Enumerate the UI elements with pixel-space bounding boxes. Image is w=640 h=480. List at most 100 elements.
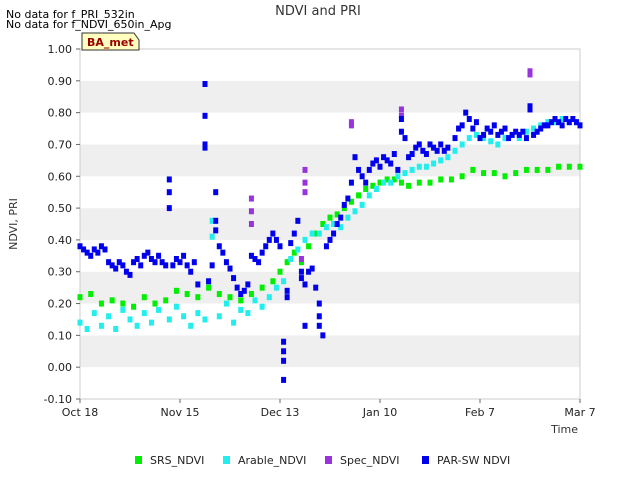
y-tick-label: 0.40: [48, 234, 73, 247]
grid-band: [80, 367, 580, 399]
point-srs-ndvi: [327, 214, 333, 221]
point-par-sw-ndvi: [88, 252, 94, 259]
point-par-sw-ndvi: [202, 144, 208, 151]
point-arable-ndvi: [323, 224, 329, 231]
point-arable-ndvi: [223, 300, 229, 307]
point-par-sw-ndvi: [170, 262, 176, 269]
point-par-sw-ndvi: [127, 271, 133, 278]
point-par-sw-ndvi: [416, 141, 422, 148]
point-par-sw-ndvi: [295, 217, 301, 224]
point-spec-ndvi: [398, 106, 404, 113]
point-par-sw-ndvi: [463, 109, 469, 116]
point-srs-ndvi: [98, 300, 104, 307]
point-par-sw-ndvi: [281, 338, 287, 345]
point-arable-ndvi: [466, 135, 472, 142]
y-tick-label: 0.30: [48, 266, 73, 279]
point-arable-ndvi: [295, 246, 301, 253]
point-srs-ndvi: [406, 182, 412, 189]
point-srs-ndvi: [566, 163, 572, 170]
point-par-sw-ndvi: [520, 128, 526, 135]
point-srs-ndvi: [556, 163, 562, 170]
point-par-sw-ndvi: [241, 287, 247, 294]
point-par-sw-ndvi: [316, 322, 322, 329]
y-tick-label: 0.10: [48, 329, 73, 342]
point-par-sw-ndvi: [113, 265, 119, 272]
point-arable-ndvi: [459, 141, 465, 148]
point-arable-ndvi: [288, 256, 294, 262]
point-arable-ndvi: [352, 208, 358, 215]
point-par-sw-ndvi: [206, 278, 212, 285]
point-par-sw-ndvi: [377, 163, 383, 170]
point-srs-ndvi: [398, 179, 404, 186]
point-arable-ndvi: [98, 322, 104, 329]
legend-label-spec-ndvi: Spec_NDVI: [340, 454, 400, 467]
point-par-sw-ndvi: [366, 166, 372, 173]
point-par-sw-ndvi: [120, 262, 126, 269]
point-spec-ndvi: [348, 122, 354, 129]
point-par-sw-ndvi: [166, 189, 172, 196]
point-srs-ndvi: [109, 297, 115, 304]
point-par-sw-ndvi: [352, 154, 358, 161]
point-arable-ndvi: [91, 310, 97, 317]
y-tick-label: 0.20: [48, 298, 73, 311]
grid-band: [80, 239, 580, 272]
point-par-sw-ndvi: [281, 357, 287, 364]
point-par-sw-ndvi: [273, 236, 279, 243]
point-par-sw-ndvi: [452, 135, 458, 142]
point-par-sw-ndvi: [156, 252, 162, 259]
legend-swatch-par-sw-ndvi: [422, 456, 429, 464]
point-par-sw-ndvi: [313, 284, 319, 291]
point-par-sw-ndvi: [202, 81, 208, 87]
point-par-sw-ndvi: [216, 243, 222, 250]
point-par-sw-ndvi: [502, 125, 508, 132]
point-arable-ndvi: [316, 230, 322, 237]
point-par-sw-ndvi: [266, 236, 272, 243]
point-srs-ndvi: [259, 284, 265, 291]
point-par-sw-ndvi: [270, 230, 276, 237]
y-tick-label: 0.50: [48, 202, 73, 215]
point-par-sw-ndvi: [316, 300, 322, 307]
point-par-sw-ndvi: [177, 259, 183, 266]
point-srs-ndvi: [152, 300, 158, 307]
point-par-sw-ndvi: [466, 116, 472, 122]
point-par-sw-ndvi: [302, 322, 308, 329]
point-par-sw-ndvi: [470, 125, 476, 132]
point-arable-ndvi: [238, 306, 244, 313]
point-spec-ndvi: [248, 221, 254, 227]
legend-label-par-sw-ndvi: PAR-SW NDVI: [437, 454, 510, 467]
point-par-sw-ndvi: [309, 265, 315, 272]
site-badge: BA_met: [81, 32, 140, 51]
y-tick-label: 0.70: [48, 138, 73, 151]
point-srs-ndvi: [206, 284, 212, 291]
point-par-sw-ndvi: [227, 265, 233, 272]
point-par-sw-ndvi: [298, 275, 304, 282]
point-arable-ndvi: [373, 186, 379, 192]
point-par-sw-ndvi: [234, 284, 240, 291]
point-arable-ndvi: [173, 303, 179, 310]
x-tick-label: Mar 7: [564, 406, 595, 419]
point-par-sw-ndvi: [284, 294, 290, 301]
y-axis-label: NDVI, PRI: [7, 198, 20, 250]
point-par-sw-ndvi: [259, 249, 265, 256]
point-par-sw-ndvi: [138, 262, 144, 269]
point-par-sw-ndvi: [356, 166, 362, 173]
point-srs-ndvi: [502, 173, 508, 180]
point-srs-ndvi: [306, 243, 312, 250]
point-srs-ndvi: [195, 294, 201, 301]
point-par-sw-ndvi: [438, 141, 444, 148]
legend-swatch-arable-ndvi: [223, 456, 230, 464]
grid-band: [80, 80, 580, 113]
x-tick-label: Oct 18: [62, 406, 99, 419]
point-srs-ndvi: [545, 166, 551, 173]
point-par-sw-ndvi: [363, 179, 369, 186]
point-par-sw-ndvi: [445, 144, 451, 151]
ndvi-pri-chart: -0.10 0.00 0.10 0.20 0.30 0.40 0.50 0.60 0.70 0.8…: [7, 4, 596, 467]
point-par-sw-ndvi: [191, 259, 197, 266]
point-arable-ndvi: [309, 230, 315, 237]
point-arable-ndvi: [120, 306, 126, 313]
point-arable-ndvi: [388, 179, 394, 186]
legend-swatch-srs-ndvi: [135, 456, 142, 464]
point-par-sw-ndvi: [316, 313, 322, 320]
grid-band: [80, 208, 580, 240]
point-par-sw-ndvi: [284, 287, 290, 294]
